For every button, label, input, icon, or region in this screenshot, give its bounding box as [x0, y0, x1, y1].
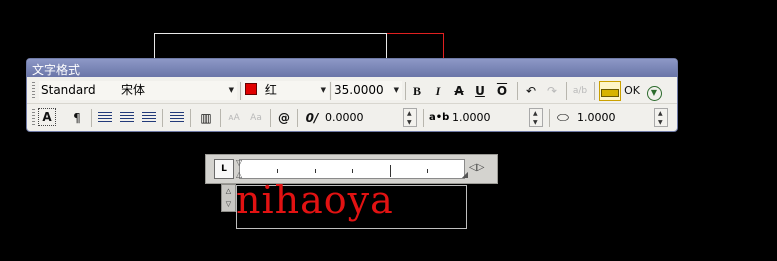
ok-button[interactable]: OK	[623, 81, 641, 101]
style-value: Standard	[41, 83, 96, 97]
width-factor-spinner[interactable]: ▲ ▼	[654, 108, 668, 127]
italic-button[interactable]: I	[428, 81, 448, 101]
chevron-down-icon: ▼	[228, 86, 234, 94]
spin-up-icon[interactable]: ▲	[407, 109, 412, 118]
separator	[594, 82, 595, 100]
bold-button[interactable]: B	[407, 81, 427, 101]
ruler-tick	[277, 169, 278, 173]
redo-icon[interactable]: ↷	[542, 81, 562, 101]
separator	[517, 82, 518, 100]
drawing-line-white	[154, 33, 387, 59]
oblique-angle-value[interactable]: 0.0000	[325, 108, 364, 128]
ruler-toggle-icon[interactable]	[599, 81, 621, 101]
color-value: 红	[264, 83, 277, 97]
spin-up-icon[interactable]: ▲	[658, 109, 663, 118]
text-height-value: 35.0000	[334, 83, 384, 97]
toolbar-grip[interactable]	[32, 82, 35, 100]
separator	[220, 109, 221, 127]
symbol-icon[interactable]: @	[274, 108, 294, 128]
line-spacing-icon[interactable]	[170, 112, 184, 124]
indent-marker-icon[interactable]: ▽	[236, 158, 242, 167]
oblique-angle-icon: 0/	[305, 111, 319, 125]
spin-down-icon[interactable]: ▼	[533, 118, 538, 127]
chevron-down-icon: ▼	[320, 86, 326, 94]
align-center-icon[interactable]	[120, 112, 134, 124]
font-dropdown[interactable]: 宋体 ▼	[119, 81, 237, 100]
tab-type-button[interactable]: L	[214, 159, 234, 179]
options-chevron-icon[interactable]: ▼	[644, 81, 664, 101]
ruler-track[interactable]: ▽ △ ◢	[236, 158, 468, 179]
strikethrough-button[interactable]: A	[449, 81, 469, 101]
tracking-icon: a•b	[429, 112, 450, 123]
separator	[162, 109, 163, 127]
ruler-tick	[390, 165, 391, 177]
separator	[549, 109, 550, 127]
oblique-angle-spinner[interactable]: ▲ ▼	[403, 108, 417, 127]
uppercase-icon[interactable]: ᴀA	[224, 108, 244, 128]
separator	[405, 82, 406, 100]
color-dropdown[interactable]: 红 ▼	[243, 81, 329, 100]
paragraph-icon[interactable]: ¶	[67, 108, 87, 128]
separator	[423, 109, 424, 127]
right-margin-marker-icon[interactable]: ◢	[462, 170, 468, 179]
tracking-spinner[interactable]: ▲ ▼	[529, 108, 543, 127]
insert-field-icon[interactable]: A	[38, 108, 56, 126]
spin-up-icon[interactable]: ▲	[533, 109, 538, 118]
height-resize-icon[interactable]: △ ▽	[221, 184, 236, 212]
underline-button[interactable]: U	[470, 81, 490, 101]
resize-arrows-icon[interactable]: ◁▷	[469, 162, 484, 173]
lowercase-icon[interactable]: Aa	[246, 108, 266, 128]
separator	[566, 82, 567, 100]
ruler-tick	[352, 169, 353, 173]
mtext-content[interactable]: nihaoya	[236, 178, 394, 222]
separator	[270, 109, 271, 127]
toolbar-row-2: A ¶ ▥ ᴀA Aa @ 0/ 0.0000 ▲ ▼ a•b 1.0000 ▲ ▼…	[27, 105, 677, 131]
toolbar-titlebar[interactable]: 文字格式	[27, 59, 677, 77]
align-right-icon[interactable]	[142, 112, 156, 124]
ruler-tick	[315, 169, 316, 173]
undo-icon[interactable]: ↶	[521, 81, 541, 101]
columns-icon[interactable]: ▥	[196, 108, 216, 128]
spin-down-icon[interactable]: ▼	[407, 118, 412, 127]
separator	[240, 82, 241, 100]
color-swatch	[245, 83, 257, 95]
toolbar-grip[interactable]	[32, 109, 35, 127]
align-left-icon[interactable]	[98, 112, 112, 124]
stack-icon[interactable]: a/b	[570, 81, 590, 101]
text-height-dropdown[interactable]: 35.0000 ▼	[332, 81, 402, 100]
separator	[190, 109, 191, 127]
drawing-line-red	[387, 33, 444, 59]
tracking-value[interactable]: 1.0000	[452, 108, 491, 128]
font-value: 宋体	[121, 83, 146, 97]
width-factor-value[interactable]: 1.0000	[577, 108, 616, 128]
ruler-tick	[427, 169, 428, 173]
chevron-down-icon: ▼	[393, 86, 399, 94]
toolbar-row-1: Standard ▼ 宋体 ▼ 红 ▼ 35.0000 ▼ B I A U O …	[27, 78, 677, 104]
text-format-toolbar: 文字格式 Standard ▼ 宋体 ▼ 红 ▼ 35.0000 ▼ B I A…	[26, 58, 678, 132]
spin-down-icon[interactable]: ▼	[658, 118, 663, 127]
separator	[91, 109, 92, 127]
separator	[330, 82, 331, 100]
width-factor-icon: ⬭	[557, 110, 569, 126]
overline-button[interactable]: O	[492, 81, 512, 101]
separator	[297, 109, 298, 127]
toolbar-title: 文字格式	[32, 63, 81, 77]
